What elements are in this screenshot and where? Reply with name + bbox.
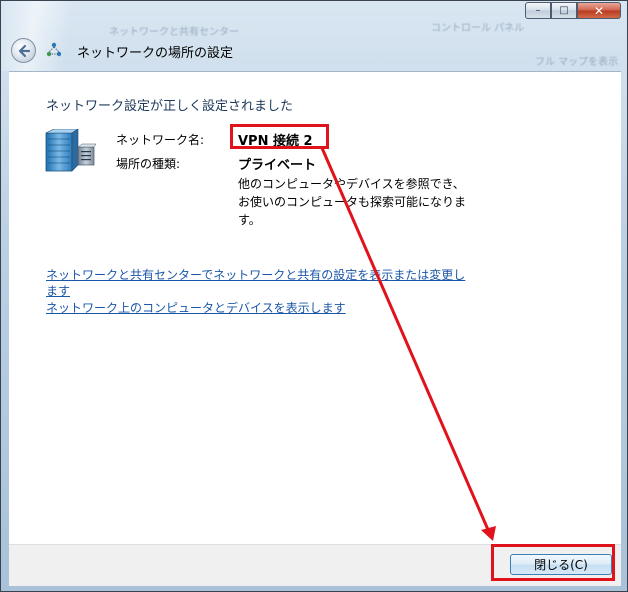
network-name-highlight-box [230,124,329,149]
background-title-text: ネットワークと共有センター [109,27,239,38]
sharing-center-link-line1: ネットワークと共有センターでネットワークと共有の設定を表示または変更し [46,268,466,282]
sharing-center-link-line2: ます [46,284,71,298]
background-link-text: フル マップを表示 [535,57,619,68]
back-button[interactable] [11,38,36,63]
page-title: ネットワークの場所の設定 [77,46,234,61]
network-name-label: ネットワーク名: [116,133,205,147]
location-description: 他のコンピュータやデバイスを参照でき、お使いのコンピュータも探索可能になります。 [238,177,467,227]
close-button-highlight-box [491,544,615,581]
dialog-window: ネットワークと共有センター コントロール パネル フル マップを表示 – □ ✕… [0,0,628,592]
location-type-value: プライベート [238,158,317,173]
view-computers-link[interactable]: ネットワーク上のコンピュータとデバイスを表示します [46,300,346,316]
sharing-center-link[interactable]: ネットワークと共有センターでネットワークと共有の設定を表示または変更し ます [46,267,465,299]
window-controls: – □ ✕ [525,2,621,19]
maximize-icon: □ [559,5,569,16]
close-window-button[interactable]: ✕ [577,2,621,19]
back-arrow-icon [18,44,30,57]
minimize-icon: – [535,5,541,16]
maximize-button[interactable]: □ [551,2,577,19]
background-title-text: コントロール パネル [431,23,525,34]
network-location-icon [46,42,62,57]
success-heading: ネットワーク設定が正しく設定されました [46,99,294,114]
location-type-label: 場所の種類: [116,157,181,171]
minimize-button[interactable]: – [525,2,551,19]
aero-glass-highlight [1,1,81,71]
server-network-icon [45,129,96,172]
close-icon: ✕ [593,3,605,18]
